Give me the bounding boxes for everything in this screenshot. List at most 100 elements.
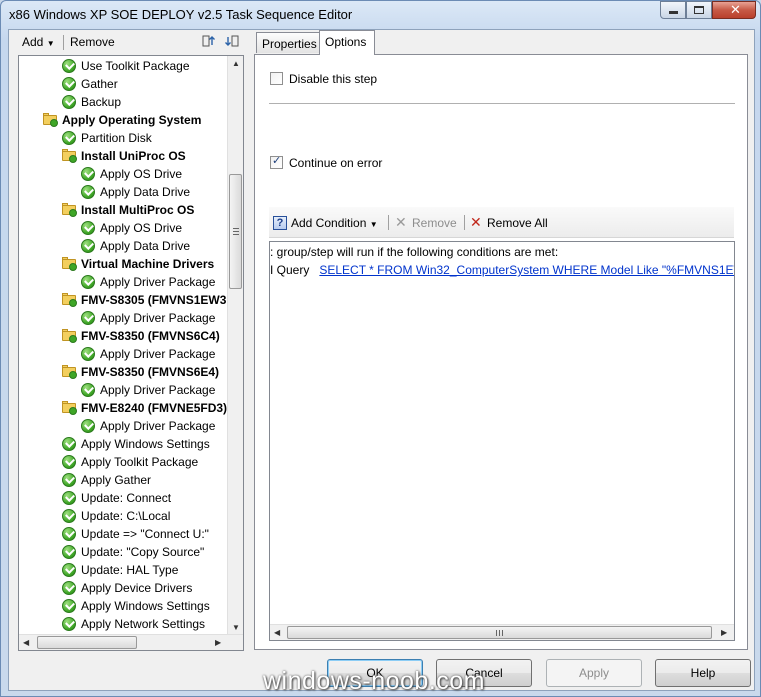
tree-item-label: Apply Device Drivers	[81, 581, 193, 595]
tab-properties-label: Properties	[262, 37, 317, 51]
success-check-icon	[62, 599, 76, 613]
tree-horizontal-scrollbar[interactable]: ◀ ▶	[19, 634, 243, 650]
tree-item-label: Update: "Copy Source"	[81, 545, 205, 559]
scroll-left-arrow-icon[interactable]: ◀	[274, 628, 280, 637]
folder-icon	[62, 293, 77, 307]
add-label: Add	[22, 35, 44, 49]
tab-properties[interactable]: Properties	[256, 32, 320, 53]
tree-item-label: Partition Disk	[81, 131, 152, 145]
tree-vertical-scrollbar[interactable]: ▲ ▼	[227, 56, 243, 636]
close-button[interactable]: ✕	[712, 1, 756, 19]
tree-item-label: Apply Driver Package	[100, 383, 216, 397]
success-check-icon	[62, 509, 76, 523]
scroll-up-arrow-icon[interactable]: ▲	[232, 59, 240, 68]
scroll-left-arrow-icon[interactable]: ◀	[23, 638, 29, 647]
tree-item-label: FMV-S8350 (FMVNS6C4)	[81, 329, 220, 343]
success-check-icon	[62, 77, 76, 91]
tree-item-label: Update => "Connect U:"	[81, 527, 209, 541]
tree-item-label: Install UniProc OS	[81, 149, 186, 163]
tab-options[interactable]: Options	[319, 30, 375, 55]
tree-item-label: Apply Toolkit Package	[81, 455, 199, 469]
success-check-icon	[62, 95, 76, 109]
tree-item-label: Apply Network Settings	[81, 617, 206, 631]
tree-item-label: Virtual Machine Drivers	[81, 257, 215, 271]
tree-item-label: Apply Data Drive	[100, 239, 191, 253]
add-condition-button[interactable]: Add Condition ▼	[291, 216, 378, 230]
window-title: x86 Windows XP SOE DEPLOY v2.5 Task Sequ…	[9, 7, 353, 22]
remove-x-icon: ✕	[395, 214, 407, 230]
tree-item-label: Gather	[81, 77, 118, 91]
maximize-button[interactable]	[686, 1, 712, 19]
success-check-icon	[81, 167, 95, 181]
title-bar[interactable]: x86 Windows XP SOE DEPLOY v2.5 Task Sequ…	[1, 1, 760, 29]
tree-item-label: Apply Windows Settings	[81, 437, 210, 451]
toolbar-divider	[63, 35, 64, 50]
success-check-icon	[81, 275, 95, 289]
condition-header: : group/step will run if the following c…	[270, 245, 559, 259]
success-check-icon	[62, 527, 76, 541]
condition-toolbar: ? Add Condition ▼ ✕ Remove ✕ Remove All	[269, 207, 734, 238]
remove-button[interactable]: Remove	[70, 35, 115, 49]
tree-hscroll-thumb[interactable]	[37, 636, 137, 649]
folder-icon	[43, 113, 58, 127]
tree-item-label: FMV-S8305 (FMVNS1EW3	[81, 293, 227, 307]
add-condition-icon: ?	[273, 216, 287, 230]
task-sequence-editor-window: x86 Windows XP SOE DEPLOY v2.5 Task Sequ…	[0, 0, 761, 697]
disable-step-checkbox[interactable]	[270, 72, 283, 85]
move-down-icon[interactable]	[225, 34, 239, 48]
folder-icon	[62, 401, 77, 415]
task-sequence-tree[interactable]: Use Toolkit Package Gather Backup Apply Ope…	[18, 55, 244, 651]
tree-item-label: Install MultiProc OS	[81, 203, 195, 217]
tree-item-label: Apply Windows Settings	[81, 599, 210, 613]
options-panel: Disable this step Continue on error ? Ad…	[254, 54, 748, 650]
remove-all-x-icon: ✕	[470, 214, 482, 230]
success-check-icon	[81, 239, 95, 253]
scroll-right-arrow-icon[interactable]: ▶	[721, 628, 727, 637]
success-check-icon	[62, 455, 76, 469]
apply-button[interactable]: Apply	[546, 659, 642, 687]
tree-item-label: Apply Operating System	[62, 113, 202, 127]
tree-item-label: FMV-S8350 (FMVNS6E4)	[81, 365, 220, 379]
tree-item-label: Update: C:\Local	[81, 509, 171, 523]
condition-hscroll-thumb[interactable]	[287, 626, 712, 639]
tree-item-label: FMV-E8240 (FMVNE5FD3)	[81, 401, 228, 415]
tree-item-label: Apply Driver Package	[100, 311, 216, 325]
add-condition-label: Add Condition	[291, 216, 367, 230]
success-check-icon	[62, 545, 76, 559]
condition-row[interactable]: I Query SELECT * FROM Win32_ComputerSyst…	[270, 263, 734, 277]
wmi-query-link[interactable]: SELECT * FROM Win32_ComputerSystem WHERE…	[319, 263, 734, 277]
folder-icon	[62, 203, 77, 217]
tree-item-label: Apply Driver Package	[100, 275, 216, 289]
success-check-icon	[62, 437, 76, 451]
condition-list[interactable]: : group/step will run if the following c…	[269, 241, 735, 641]
add-menu-button[interactable]: Add ▼	[22, 35, 55, 49]
tree-item-label: Use Toolkit Package	[81, 59, 190, 73]
scroll-right-arrow-icon[interactable]: ▶	[215, 638, 221, 647]
folder-icon	[62, 149, 77, 163]
success-check-icon	[81, 221, 95, 235]
tree-item-label: Backup	[81, 95, 122, 109]
minimize-button[interactable]	[660, 1, 686, 19]
scroll-down-arrow-icon[interactable]: ▼	[232, 623, 240, 632]
success-check-icon	[81, 419, 95, 433]
minimize-icon	[669, 11, 678, 14]
remove-condition-button[interactable]: Remove	[412, 216, 457, 230]
move-up-icon[interactable]	[202, 34, 216, 48]
condition-divider	[388, 215, 389, 230]
help-button[interactable]: Help	[655, 659, 751, 687]
remove-all-button[interactable]: Remove All	[487, 216, 548, 230]
condition-horizontal-scrollbar[interactable]: ◀ ▶	[270, 624, 734, 640]
continue-on-error-checkbox[interactable]	[270, 154, 283, 169]
continue-on-error-label: Continue on error	[289, 156, 383, 170]
success-check-icon	[81, 185, 95, 199]
options-divider	[269, 103, 735, 104]
tree-scroll-thumb[interactable]	[229, 174, 242, 289]
tree-items: Use Toolkit Package Gather Backup Apply Ope…	[19, 56, 228, 636]
tree-toolbar: Add ▼ Remove	[9, 30, 249, 54]
tree-item-label: Apply OS Drive	[100, 221, 183, 235]
success-check-icon	[62, 581, 76, 595]
success-check-icon	[62, 617, 76, 631]
tree-item-label: Apply Driver Package	[100, 419, 216, 433]
success-check-icon	[81, 383, 95, 397]
maximize-icon	[694, 6, 704, 14]
